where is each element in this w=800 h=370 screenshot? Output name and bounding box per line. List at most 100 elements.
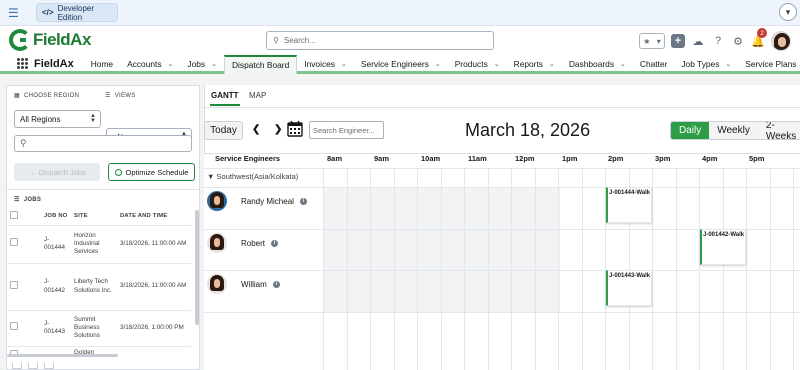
- job-card[interactable]: J-001442-Walk: [700, 229, 746, 265]
- info-icon[interactable]: i: [299, 197, 307, 205]
- tab-gantt[interactable]: GANTT: [210, 91, 240, 106]
- table-row[interactable]: J-001442 Liberty Tech Solutions Inc. 3/1…: [8, 263, 191, 311]
- global-search-input[interactable]: ⚲ Search...: [266, 31, 494, 50]
- chevron-down-icon[interactable]: ⌄: [168, 60, 174, 68]
- tab-map[interactable]: MAP: [249, 91, 266, 106]
- table-row[interactable]: J-001443 Summit Business Solutions 3/18/…: [8, 310, 191, 347]
- app-launcher[interactable]: FieldAx: [0, 58, 84, 70]
- info-icon[interactable]: i: [271, 239, 279, 247]
- next-day-button[interactable]: ❯: [274, 124, 282, 135]
- jobs-vertical-scrollbar[interactable]: [195, 210, 199, 325]
- grid-line: [417, 168, 418, 370]
- optimize-schedule-button[interactable]: Optimize Schedule: [108, 163, 195, 181]
- col-job-no[interactable]: JOB NO: [24, 208, 72, 226]
- divider: [6, 189, 200, 190]
- chevron-down-icon: ▾: [656, 36, 661, 46]
- page-button[interactable]: [12, 363, 22, 369]
- engineer-avatar: [207, 274, 227, 294]
- row-checkbox[interactable]: [8, 263, 24, 311]
- jobs-header: ☰ JOBS: [14, 196, 42, 204]
- info-icon[interactable]: i: [272, 280, 280, 288]
- nav-item-job-types[interactable]: Job Types ⌄: [674, 55, 738, 73]
- chevron-down-icon[interactable]: ⌄: [341, 60, 347, 68]
- hour-label: 5pm: [749, 154, 765, 163]
- hour-label: 10am: [421, 154, 441, 163]
- row-checkbox[interactable]: [8, 225, 24, 264]
- row-checkbox[interactable]: [8, 346, 24, 354]
- job-no-cell: [24, 346, 72, 354]
- select-all-checkbox[interactable]: [8, 208, 24, 226]
- calendar-icon[interactable]: [287, 120, 303, 137]
- global-actions-button[interactable]: +: [671, 34, 685, 48]
- favorites-button[interactable]: ★ ▾: [639, 33, 665, 49]
- choose-region-label: ▦ CHOOSE REGION: [14, 92, 80, 100]
- row-checkbox[interactable]: [8, 310, 24, 347]
- grid-line: [652, 168, 653, 370]
- notifications-button[interactable]: 🔔 2: [751, 28, 767, 48]
- views-label: ☰ VIEWS: [105, 92, 136, 100]
- date-cell: 3/18/2026, 11:00:00 AM: [118, 263, 191, 311]
- view-weekly-button[interactable]: Weekly: [709, 122, 758, 139]
- region-group-row[interactable]: ▼ Southwest(Asia/Kolkata): [207, 172, 298, 181]
- hour-label: 8am: [327, 154, 343, 163]
- developer-edition-pill[interactable]: </> Developer Edition: [36, 3, 118, 22]
- chevron-down-icon[interactable]: ⌄: [549, 60, 555, 68]
- col-site[interactable]: SITE: [72, 208, 118, 226]
- engineer-row[interactable]: Randy Micheal i: [207, 191, 307, 211]
- nav-item-service-plans[interactable]: Service Plans⌄: [738, 55, 800, 73]
- date-cell: 3/18/2026, 11:00:00 AM: [118, 225, 191, 264]
- nav-item-reports[interactable]: Reports ⌄: [507, 55, 562, 73]
- grid-line: [464, 168, 465, 370]
- jobs-horizontal-scrollbar[interactable]: [7, 354, 118, 357]
- user-avatar[interactable]: [771, 31, 791, 51]
- jobs-table: JOB NO SITE DATE AND TIME J-001444 Horiz…: [8, 208, 191, 354]
- nav-item-jobs[interactable]: Jobs ⌄: [180, 55, 224, 73]
- job-card[interactable]: J-001444-Walk: [606, 187, 652, 223]
- nav-item-service-engineers[interactable]: Service Engineers ⌄: [354, 55, 448, 73]
- grid-line: [441, 168, 442, 370]
- page-button[interactable]: [28, 363, 38, 369]
- grid-line: [676, 168, 677, 370]
- nav-item-products[interactable]: Products ⌄: [448, 55, 507, 73]
- nav-item-chatter[interactable]: Chatter: [633, 55, 674, 73]
- table-row[interactable]: J-001444 Horizon Industrial Services 3/1…: [8, 225, 191, 264]
- chevron-down-icon[interactable]: ⌄: [725, 60, 731, 68]
- col-date-time[interactable]: DATE AND TIME: [118, 208, 191, 226]
- dispatch-jobs-button[interactable]: → Dispatch Jobs: [14, 163, 100, 181]
- menu-icon[interactable]: ☰: [8, 6, 19, 20]
- nav-item-home[interactable]: Home: [84, 55, 120, 73]
- chevron-down-icon[interactable]: ⌄: [435, 60, 441, 68]
- nav-item-dispatch-board[interactable]: Dispatch Board: [223, 54, 298, 74]
- engineer-row[interactable]: Robert i: [207, 233, 279, 253]
- grid-line: [204, 187, 800, 188]
- grid-line: [394, 168, 395, 370]
- view-2weeks-button[interactable]: 2-Weeks: [758, 122, 800, 139]
- nav-item-invoices[interactable]: Invoices ⌄: [297, 55, 354, 73]
- grid-line: [347, 168, 348, 370]
- engineer-search-input[interactable]: Search Engineer...: [309, 121, 384, 139]
- previous-day-button[interactable]: ❮: [252, 124, 260, 135]
- today-button[interactable]: Today: [204, 121, 243, 140]
- chevron-down-icon[interactable]: ▾: [779, 3, 797, 21]
- engineer-row[interactable]: William i: [207, 274, 280, 294]
- nav-item-accounts[interactable]: Accounts ⌄: [120, 55, 180, 73]
- gear-icon[interactable]: ⚙: [731, 34, 745, 48]
- nav-item-dashboards[interactable]: Dashboards ⌄: [562, 55, 633, 73]
- help-icon[interactable]: ?: [711, 34, 725, 48]
- trailhead-icon[interactable]: ☁: [691, 34, 705, 48]
- view-daily-button[interactable]: Daily: [671, 122, 710, 139]
- job-card[interactable]: J-001443-Walk: [606, 270, 652, 306]
- grid-line: [204, 270, 800, 271]
- chevron-down-icon[interactable]: ⌄: [620, 60, 626, 68]
- region-select[interactable]: All Regions ▲ ▼: [14, 110, 101, 128]
- table-row[interactable]: Golden: [8, 346, 191, 354]
- page-button[interactable]: [44, 363, 54, 369]
- chevron-down-icon[interactable]: ⌄: [211, 60, 217, 68]
- chevron-down-icon[interactable]: ⌄: [494, 60, 500, 68]
- date-cell: 3/18/2026, 1:00:00 PM: [118, 310, 191, 347]
- search-icon: ⚲: [20, 138, 27, 148]
- job-search-input[interactable]: ⚲: [14, 135, 192, 152]
- app-navigation: FieldAx Home Accounts ⌄ Jobs ⌄ Dispatch Bo…: [0, 54, 800, 74]
- top-utility-bar: [0, 0, 800, 26]
- star-icon: ★: [643, 36, 651, 46]
